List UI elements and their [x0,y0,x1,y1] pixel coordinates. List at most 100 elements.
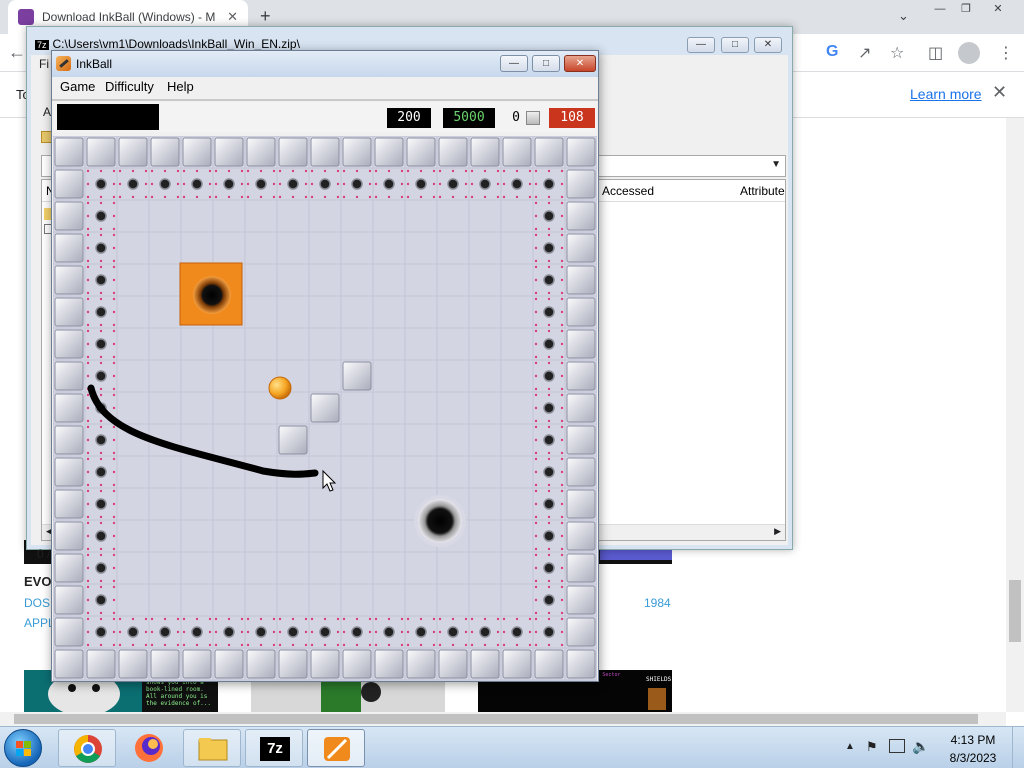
border-dot [400,643,404,647]
new-tab-button[interactable]: + [260,6,271,27]
chrome-menu-icon[interactable]: ⋮ [998,43,1014,63]
folder-icon [198,738,228,761]
clock-date[interactable]: 8/3/2023 [940,751,1006,765]
border-dot [259,643,263,647]
border-dot [112,291,116,295]
inkball-minimize-button[interactable]: — [500,55,528,72]
border-stud [95,466,107,478]
scroll-right-icon[interactable]: ▶ [774,526,781,537]
border-dot [451,169,455,173]
7zip-app-icon: 7z [35,40,49,50]
column-accessed[interactable]: Accessed [602,184,654,198]
border-dot [227,643,231,647]
taskbar-file-explorer[interactable] [183,729,241,767]
inkball-maximize-button[interactable]: □ [532,55,560,72]
network-icon[interactable] [889,739,905,753]
show-hidden-icons[interactable]: ▲ [845,741,855,752]
border-dot [99,201,103,205]
action-center-flag-icon[interactable]: ⚑ [866,739,878,755]
profile-avatar[interactable] [958,42,980,64]
show-desktop-button[interactable] [1012,727,1024,768]
volume-muted-icon[interactable]: 🔈 [912,738,929,755]
border-stud [95,562,107,574]
wall-block [54,201,84,231]
page-horizontal-scrollbar[interactable] [0,712,1006,726]
platform-link-dos[interactable]: DOS, [24,596,53,610]
border-dot [86,566,90,570]
border-stud [159,178,171,190]
border-dot [112,169,116,173]
border-dot [112,457,116,461]
border-dot [240,195,244,199]
wall-block [54,489,84,519]
border-dot [99,259,103,263]
bookmark-star-icon[interactable]: ☆ [890,43,904,63]
inkball-close-button[interactable]: ✕ [564,55,596,72]
taskbar-firefox[interactable] [120,729,178,767]
border-stud [543,178,555,190]
border-dot [406,630,410,634]
border-dot [515,643,519,647]
border-dot [547,451,551,455]
year-link[interactable]: 1984 [644,596,671,610]
border-dot [86,214,90,218]
border-dot [342,195,346,199]
ball-slot-icon [526,111,540,125]
7zip-close-button[interactable]: ✕ [754,37,782,53]
border-dot [547,265,551,269]
learn-more-link[interactable]: Learn more [910,86,982,102]
scrollbar-thumb[interactable] [1009,580,1021,642]
border-dot [99,393,103,397]
tab-search-button[interactable]: ⌄ [898,8,909,24]
browser-restore-button[interactable]: ❐ [954,2,978,16]
start-button[interactable] [4,729,42,767]
wall-block [278,137,308,167]
border-dot [99,643,103,647]
border-dot [502,643,506,647]
browser-close-button[interactable]: ✕ [986,2,1010,16]
taskbar-7zip[interactable]: 7z [245,729,303,767]
menu-difficulty[interactable]: Difficulty [105,79,154,94]
column-attributes[interactable]: Attribute [740,184,785,198]
7zip-menu-file[interactable]: Fi [39,57,49,71]
border-dot [438,169,442,173]
inkball-titlebar[interactable]: InkBall — □ ✕ [52,51,598,77]
taskbar-chrome[interactable] [58,729,116,767]
close-tab-icon[interactable]: ✕ [227,9,238,25]
wall-block [54,649,84,679]
border-dot [560,470,564,474]
board-canvas[interactable] [53,136,597,681]
7zip-maximize-button[interactable]: □ [721,37,749,53]
border-dot [291,169,295,173]
game-board[interactable] [53,136,597,681]
inkball-window[interactable]: InkBall — □ ✕ Game Difficulty Help 200 5… [51,50,599,682]
google-lens-icon[interactable]: G [826,43,838,61]
menu-game[interactable]: Game [60,79,95,94]
page-vertical-scrollbar[interactable] [1006,118,1024,712]
border-dot [86,483,90,487]
border-dot [304,630,308,634]
scrollbar-thumb[interactable] [14,714,978,724]
7zip-minimize-button[interactable]: — [687,37,715,53]
menu-help[interactable]: Help [167,79,194,94]
infobar-close-icon[interactable]: ✕ [992,82,1007,103]
wall-block [566,649,596,679]
border-dot [86,201,90,205]
border-dot [246,630,250,634]
taskbar-inkball[interactable] [307,729,365,767]
browser-minimize-button[interactable]: — [928,2,952,16]
border-dot [547,329,551,333]
border-dot [118,617,122,621]
border-dot [560,585,564,589]
share-icon[interactable]: ↗ [858,43,871,63]
dropdown-arrow-icon[interactable]: ▼ [771,159,781,170]
border-dot [560,598,564,602]
border-dot [112,566,116,570]
7zip-toolbar-add[interactable]: A [43,105,51,119]
side-panel-icon[interactable]: ◫ [928,43,943,63]
wall-block [54,169,84,199]
border-dot [112,579,116,583]
border-dot [560,579,564,583]
clock-time[interactable]: 4:13 PM [940,733,1006,747]
back-arrow-icon[interactable]: ← [8,42,26,63]
